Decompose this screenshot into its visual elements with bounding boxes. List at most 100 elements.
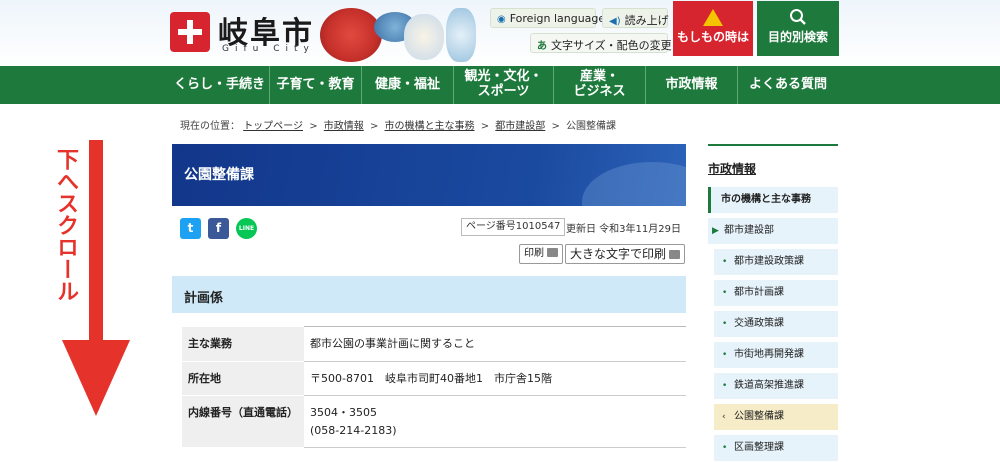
- breadcrumb-link-organization[interactable]: 市の機構と主な事務: [385, 121, 475, 132]
- sidebar-header: 市政情報: [708, 144, 838, 177]
- table-header-cell: 所在地: [182, 361, 304, 397]
- table-row: 内線番号（直通電話） 3504・3505 (058-214-2183): [182, 395, 686, 449]
- sidebar-item-label: 交通政策課: [734, 318, 784, 329]
- table-row: 所在地 〒500-8701 岐阜市司町40番地1 市庁舎15階: [182, 360, 686, 397]
- twitter-share-button[interactable]: t: [180, 218, 201, 239]
- search-by-purpose-button[interactable]: 目的別検索: [757, 1, 839, 56]
- breadcrumb-current: 公園整備課: [566, 121, 617, 132]
- foreign-language-label: Foreign language: [509, 12, 606, 25]
- header-umbrella-illustration: [318, 2, 488, 64]
- nav-item-living[interactable]: くらし・手続き: [170, 66, 270, 104]
- breadcrumb-link-top[interactable]: トップページ: [243, 121, 303, 132]
- bullet-icon: •: [722, 381, 728, 391]
- sidebar-item-park-development[interactable]: ‹ 公園整備課: [714, 404, 838, 430]
- emergency-button[interactable]: もしもの時は: [673, 1, 753, 56]
- sidebar-item-label: 市街地再開発課: [734, 349, 804, 360]
- bullet-icon: •: [722, 443, 728, 453]
- city-emblem-icon: [170, 12, 210, 52]
- facebook-share-button[interactable]: f: [208, 218, 229, 239]
- sidebar-title[interactable]: 市政情報: [708, 160, 838, 177]
- breadcrumb-link-city-info[interactable]: 市政情報: [324, 121, 364, 132]
- font-size-color-button[interactable]: あ文字サイズ・配色の変更: [530, 33, 672, 53]
- table-header-cell: 内線番号（直通電話）: [182, 395, 304, 449]
- nav-item-tourism[interactable]: 観光・文化・ スポーツ: [454, 66, 554, 104]
- globe-icon: ◉: [497, 14, 506, 25]
- page-title-banner: 公園整備課: [172, 144, 686, 206]
- bullet-icon: •: [722, 350, 728, 360]
- nav-item-faq[interactable]: よくある質問: [738, 66, 838, 104]
- print-large-label: 大きな文字で印刷: [570, 247, 667, 261]
- sidebar-item-label: 都市計画課: [734, 287, 784, 298]
- nav-item-industry[interactable]: 産業・ ビジネス: [554, 66, 646, 104]
- printer-icon: [547, 248, 558, 257]
- search-icon: [790, 9, 806, 25]
- table-cell: 都市公園の事業計画に関すること: [304, 326, 686, 362]
- section-heading-bar: 計画係: [172, 276, 686, 313]
- sidebar-item-railway-elevation[interactable]: • 鉄道高架推進課: [714, 373, 838, 399]
- line-share-button[interactable]: LINE: [236, 218, 257, 239]
- sidebar-item-label: 公園整備課: [734, 411, 784, 422]
- breadcrumb-separator: >: [551, 121, 560, 132]
- extension-number: 3504・3505: [310, 406, 377, 420]
- sidebar-menu: 市の機構と主な事務 ▶ 都市建設部 • 都市建設政策課 • 都市計画課 • 交通政策課 …: [708, 187, 838, 462]
- sidebar-item-urban-policy[interactable]: • 都市建設政策課: [714, 249, 838, 275]
- print-button[interactable]: 印刷: [519, 244, 563, 264]
- warning-icon: [703, 9, 723, 26]
- global-navigation: くらし・手続き 子育て・教育 健康・福祉 観光・文化・ スポーツ 産業・ ビジネ…: [0, 66, 1000, 104]
- sidebar-item-organization[interactable]: 市の機構と主な事務: [708, 187, 838, 213]
- breadcrumb-label: 現在の位置：: [180, 121, 240, 132]
- nav-item-childcare[interactable]: 子育て・教育: [270, 66, 362, 104]
- nav-item-city-info[interactable]: 市政情報: [646, 66, 738, 104]
- table-cell: 〒500-8701 岐阜市司町40番地1 市庁舎15階: [304, 360, 686, 397]
- lantern-image: [404, 14, 444, 60]
- updated-date: 更新日 令和3年11月29日: [566, 224, 681, 235]
- table-row: 主な業務 都市公園の事業計画に関すること: [182, 326, 686, 362]
- foreign-language-button[interactable]: ◉ Foreign language: [490, 8, 605, 28]
- section-title: 計画係: [184, 291, 224, 306]
- page-title: 公園整備課: [184, 167, 254, 183]
- site-header: 岐阜市 Gifu City ◉ Foreign language ◀) 読み上げ あ…: [0, 0, 1000, 66]
- breadcrumb-separator: >: [309, 121, 318, 132]
- twitter-icon: t: [187, 221, 194, 235]
- sidebar-item-redevelopment[interactable]: • 市街地再開発課: [714, 342, 838, 368]
- sidebar-item-label: 都市建設部: [724, 225, 774, 236]
- facebook-icon: f: [215, 221, 222, 235]
- table-cell: 3504・3505 (058-214-2183): [304, 395, 686, 449]
- font-size-color-label: 文字サイズ・配色の変更: [551, 39, 672, 52]
- print-label: 印刷: [524, 248, 544, 259]
- sidebar-item-label: 区画整理課: [734, 442, 784, 453]
- down-arrow-icon: [62, 140, 130, 416]
- emergency-label: もしもの時は: [676, 30, 749, 44]
- red-umbrella-image: [320, 8, 382, 62]
- speaker-icon: ◀): [609, 16, 621, 27]
- bullet-icon: •: [722, 319, 728, 329]
- breadcrumb-separator: >: [480, 121, 490, 132]
- nav-item-health[interactable]: 健康・福祉: [362, 66, 454, 104]
- breadcrumb-link-urban-construction[interactable]: 都市建設部: [495, 121, 545, 132]
- sidebar-item-land-readjustment[interactable]: • 区画整理課: [714, 435, 838, 461]
- sidebar-item-label: 鉄道高架推進課: [734, 380, 804, 391]
- logo-subtitle: Gifu City: [222, 44, 315, 54]
- sidebar-item-urban-planning[interactable]: • 都市計画課: [714, 280, 838, 306]
- breadcrumb: 現在の位置： トップページ > 市政情報 > 市の機構と主な事務 > 都市建設部…: [180, 117, 616, 132]
- sidebar-item-label: 都市建設政策課: [734, 256, 804, 267]
- bullet-icon: •: [722, 257, 728, 267]
- line-icon: LINE: [238, 225, 255, 232]
- caret-right-icon: ▶: [712, 226, 719, 236]
- sidebar-item-transport-policy[interactable]: • 交通政策課: [714, 311, 838, 337]
- print-large-text-button[interactable]: 大きな文字で印刷: [565, 244, 686, 264]
- info-table: 主な業務 都市公園の事業計画に関すること 所在地 〒500-8701 岐阜市司町…: [182, 326, 686, 449]
- table-header-cell: 主な業務: [182, 326, 304, 362]
- font-size-icon: あ: [537, 41, 547, 52]
- chevron-left-icon: ‹: [722, 412, 726, 422]
- read-aloud-button[interactable]: ◀) 読み上げ: [602, 8, 669, 28]
- breadcrumb-separator: >: [369, 121, 379, 132]
- direct-phone-number: (058-214-2183): [310, 423, 397, 437]
- page-number: ページ番号1010547: [461, 218, 566, 236]
- sidebar-item-urban-construction[interactable]: ▶ 都市建設部: [708, 218, 838, 244]
- lantern-image-2: [446, 8, 476, 62]
- printer-icon: [669, 250, 681, 259]
- bullet-icon: •: [722, 288, 728, 298]
- read-aloud-label: 読み上げ: [624, 14, 669, 27]
- search-by-purpose-label: 目的別検索: [767, 30, 828, 44]
